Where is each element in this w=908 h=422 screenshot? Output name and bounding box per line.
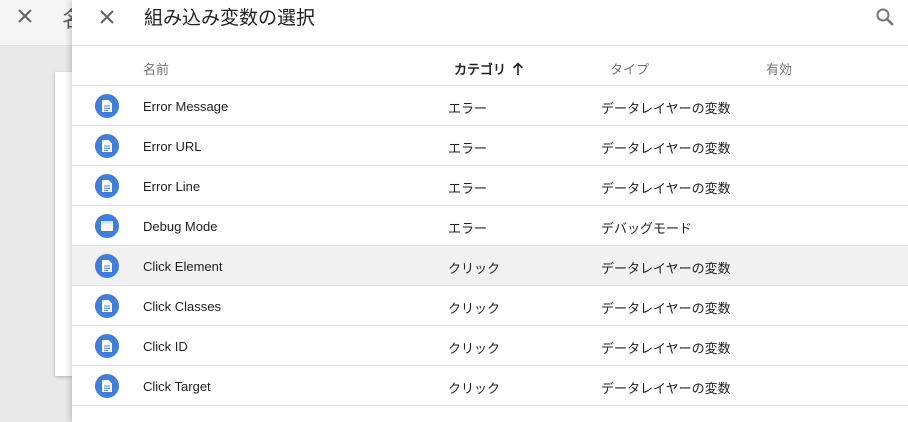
column-category-label: カテゴリ — [454, 62, 507, 77]
document-icon — [95, 134, 119, 158]
row-type: デバッグモード — [601, 221, 693, 236]
column-enabled-header[interactable]: 有効 — [766, 59, 792, 78]
row-category: クリック — [448, 301, 501, 316]
row-type: データレイヤーの変数 — [601, 181, 731, 196]
row-type: データレイヤーの変数 — [601, 301, 731, 316]
row-name: Error Line — [143, 179, 201, 194]
row-category: エラー — [448, 101, 488, 116]
row-name: Click Element — [143, 259, 223, 274]
row-name: Click Target — [143, 379, 211, 394]
table-row[interactable]: Debug Mode エラー デバッグモード — [72, 206, 908, 246]
variable-list: Error Message エラー データレイヤーの変数 Error URL エラー デー… — [72, 86, 908, 406]
column-name-header[interactable]: 名前 — [143, 59, 169, 78]
row-category: クリック — [448, 381, 501, 396]
document-icon — [95, 174, 119, 198]
search-icon — [876, 8, 894, 26]
document-icon — [95, 254, 119, 278]
table-row[interactable]: Error URL エラー データレイヤーの変数 — [72, 126, 908, 166]
row-type: データレイヤーの変数 — [601, 341, 731, 356]
document-icon — [95, 374, 119, 398]
document-icon — [95, 334, 119, 358]
table-row[interactable]: Error Line エラー データレイヤーの変数 — [72, 166, 908, 206]
search-button[interactable] — [872, 4, 898, 30]
panel-title: 組み込み変数の選択 — [144, 8, 316, 29]
close-icon — [100, 10, 114, 24]
row-name: Error Message — [143, 99, 229, 114]
document-icon — [95, 294, 119, 318]
panel-header: 組み込み変数の選択 — [72, 0, 908, 46]
row-name: Click Classes — [143, 299, 222, 314]
row-category: エラー — [448, 141, 488, 156]
background-close-icon[interactable] — [14, 5, 36, 27]
row-name: Debug Mode — [143, 219, 218, 234]
table-header: 名前 カテゴリ タイプ 有効 — [72, 46, 908, 86]
column-category-header[interactable]: カテゴリ — [454, 59, 524, 78]
close-button[interactable] — [94, 4, 120, 30]
table-row[interactable]: Click Target クリック データレイヤーの変数 — [72, 366, 908, 406]
row-type: データレイヤーの変数 — [601, 101, 731, 116]
table-row[interactable]: Click ID クリック データレイヤーの変数 — [72, 326, 908, 366]
row-category: エラー — [448, 221, 488, 236]
row-type: データレイヤーの変数 — [601, 141, 731, 156]
row-type: データレイヤーの変数 — [601, 381, 731, 396]
row-category: クリック — [448, 341, 501, 356]
window-icon — [95, 214, 119, 238]
row-category: クリック — [448, 261, 501, 276]
table-row[interactable]: Click Element クリック データレイヤーの変数 — [72, 246, 908, 286]
column-type-header[interactable]: タイプ — [610, 59, 649, 78]
sort-ascending-icon — [512, 61, 524, 75]
row-type: データレイヤーの変数 — [601, 261, 731, 276]
row-name: Error URL — [143, 139, 202, 154]
table-row[interactable]: Error Message エラー データレイヤーの変数 — [72, 86, 908, 126]
row-category: エラー — [448, 181, 488, 196]
row-name: Click ID — [143, 339, 188, 354]
variable-picker-panel: 組み込み変数の選択 名前 カテゴリ タイプ 有効 Error Message エラ… — [72, 0, 908, 422]
document-icon — [95, 94, 119, 118]
table-row[interactable]: Click Classes クリック データレイヤーの変数 — [72, 286, 908, 326]
